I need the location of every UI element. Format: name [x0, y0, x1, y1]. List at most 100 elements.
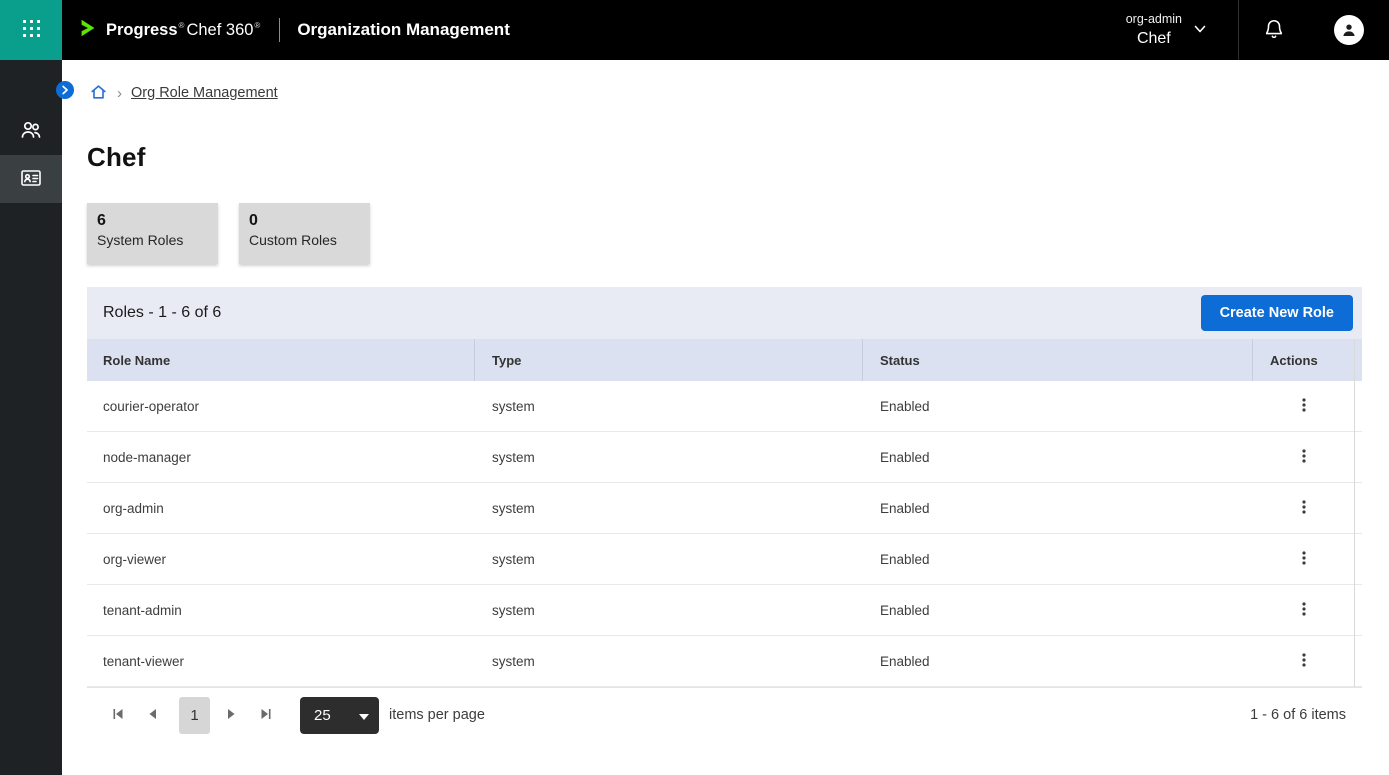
progress-chevron-icon — [77, 17, 99, 44]
role-name-cell: tenant-viewer — [87, 654, 475, 669]
scrollbar-track[interactable] — [1354, 339, 1355, 687]
table-toolbar: Roles - 1 - 6 of 6 Create New Role — [87, 287, 1362, 339]
status-cell: Enabled — [863, 603, 1253, 618]
pagination-bar: 1 25 ite — [87, 687, 1362, 742]
previous-page-button[interactable] — [138, 700, 168, 730]
sidebar — [0, 60, 62, 775]
user-role-label: org-admin — [1126, 12, 1182, 26]
status-cell: Enabled — [863, 399, 1253, 414]
kebab-icon — [1296, 652, 1312, 671]
breadcrumb: › Org Role Management — [89, 83, 278, 103]
column-header-status: Status — [863, 339, 1253, 381]
role-name-cell: tenant-admin — [87, 603, 475, 618]
bell-icon — [1263, 18, 1285, 43]
actions-cell — [1253, 493, 1354, 523]
sidebar-item-roles[interactable] — [0, 155, 62, 203]
person-icon — [1340, 21, 1358, 39]
trademark-symbol: ® — [179, 21, 185, 30]
page-number-button[interactable]: 1 — [179, 697, 210, 734]
grid-header-row: Role Name Type Status Actions — [87, 339, 1362, 381]
type-cell: system — [475, 603, 863, 618]
row-actions-menu-button[interactable] — [1289, 646, 1319, 676]
org-name-label: Chef — [1137, 30, 1171, 48]
next-page-icon — [223, 706, 239, 725]
brand-text: Progress®Chef 360® — [106, 21, 262, 40]
table-title: Roles - 1 - 6 of 6 — [103, 304, 221, 322]
main-content: › Org Role Management Chef 6 System Role… — [62, 60, 1389, 775]
chevron-right-icon — [60, 83, 70, 98]
column-header-actions: Actions — [1253, 339, 1354, 381]
table-row: tenant-viewer system Enabled — [87, 636, 1362, 687]
items-per-page-label: items per page — [389, 707, 485, 723]
chevron-down-icon — [1192, 21, 1208, 40]
type-cell: system — [475, 399, 863, 414]
role-name-cell: courier-operator — [87, 399, 475, 414]
page-size-select[interactable]: 25 — [300, 697, 379, 734]
grid-body: courier-operator system Enabled — [87, 381, 1362, 687]
row-actions-menu-button[interactable] — [1289, 493, 1319, 523]
roles-grid: Role Name Type Status Actions courier-op… — [87, 339, 1362, 687]
create-new-role-button[interactable]: Create New Role — [1201, 295, 1353, 331]
column-header-role-name: Role Name — [87, 339, 475, 381]
brand-name-progress: Progress — [106, 21, 178, 39]
next-page-button[interactable] — [216, 700, 246, 730]
type-cell: system — [475, 450, 863, 465]
type-cell: system — [475, 552, 863, 567]
notifications-button[interactable] — [1239, 0, 1309, 60]
sidebar-item-users[interactable] — [0, 107, 62, 155]
page-size-value: 25 — [314, 707, 331, 724]
last-page-icon — [258, 706, 274, 725]
account-button[interactable] — [1309, 0, 1389, 60]
role-stats: 6 System Roles 0 Custom Roles — [87, 203, 370, 264]
actions-cell — [1253, 391, 1354, 421]
kebab-icon — [1296, 448, 1312, 467]
roles-table-card: Roles - 1 - 6 of 6 Create New Role Role … — [87, 287, 1362, 742]
sidebar-expand-button[interactable] — [56, 81, 74, 99]
column-header-type: Type — [475, 339, 863, 381]
users-icon — [19, 118, 43, 145]
org-switcher-menu[interactable]: org-admin Chef — [1126, 12, 1208, 48]
role-name-cell: org-admin — [87, 501, 475, 516]
app-launcher-button[interactable] — [0, 0, 62, 60]
actions-cell — [1253, 646, 1354, 676]
kebab-icon — [1296, 397, 1312, 416]
first-page-button[interactable] — [103, 700, 133, 730]
first-page-icon — [110, 706, 126, 725]
table-row: tenant-admin system Enabled — [87, 585, 1362, 636]
last-page-button[interactable] — [251, 700, 281, 730]
row-actions-menu-button[interactable] — [1289, 442, 1319, 472]
trademark-symbol: ® — [254, 21, 260, 30]
kebab-icon — [1296, 601, 1312, 620]
row-actions-menu-button[interactable] — [1289, 544, 1319, 574]
previous-page-icon — [145, 706, 161, 725]
breadcrumb-home-link[interactable] — [89, 83, 108, 104]
row-actions-menu-button[interactable] — [1289, 391, 1319, 421]
custom-roles-card: 0 Custom Roles — [239, 203, 370, 264]
custom-roles-count: 0 — [249, 212, 360, 230]
system-roles-count: 6 — [97, 212, 208, 230]
row-actions-menu-button[interactable] — [1289, 595, 1319, 625]
type-cell: system — [475, 654, 863, 669]
topbar: Progress®Chef 360® Organization Manageme… — [0, 0, 1389, 60]
dropdown-caret-icon — [359, 707, 369, 724]
status-cell: Enabled — [863, 450, 1253, 465]
type-cell: system — [475, 501, 863, 516]
brand-logo: Progress®Chef 360® — [77, 17, 262, 44]
table-row: org-admin system Enabled — [87, 483, 1362, 534]
status-cell: Enabled — [863, 501, 1253, 516]
kebab-icon — [1296, 499, 1312, 518]
page-title: Chef — [87, 142, 146, 173]
grid-icon — [23, 20, 40, 40]
table-row: org-viewer system Enabled — [87, 534, 1362, 585]
system-roles-label: System Roles — [97, 232, 208, 248]
actions-cell — [1253, 442, 1354, 472]
app-title: Organization Management — [297, 20, 510, 40]
chevron-separator: › — [117, 85, 122, 102]
home-icon — [89, 83, 108, 104]
table-row: courier-operator system Enabled — [87, 381, 1362, 432]
user-context: org-admin Chef — [1126, 12, 1182, 48]
breadcrumb-link-org-role-management[interactable]: Org Role Management — [131, 85, 278, 101]
id-badge-icon — [19, 166, 43, 193]
status-cell: Enabled — [863, 654, 1253, 669]
actions-cell — [1253, 544, 1354, 574]
